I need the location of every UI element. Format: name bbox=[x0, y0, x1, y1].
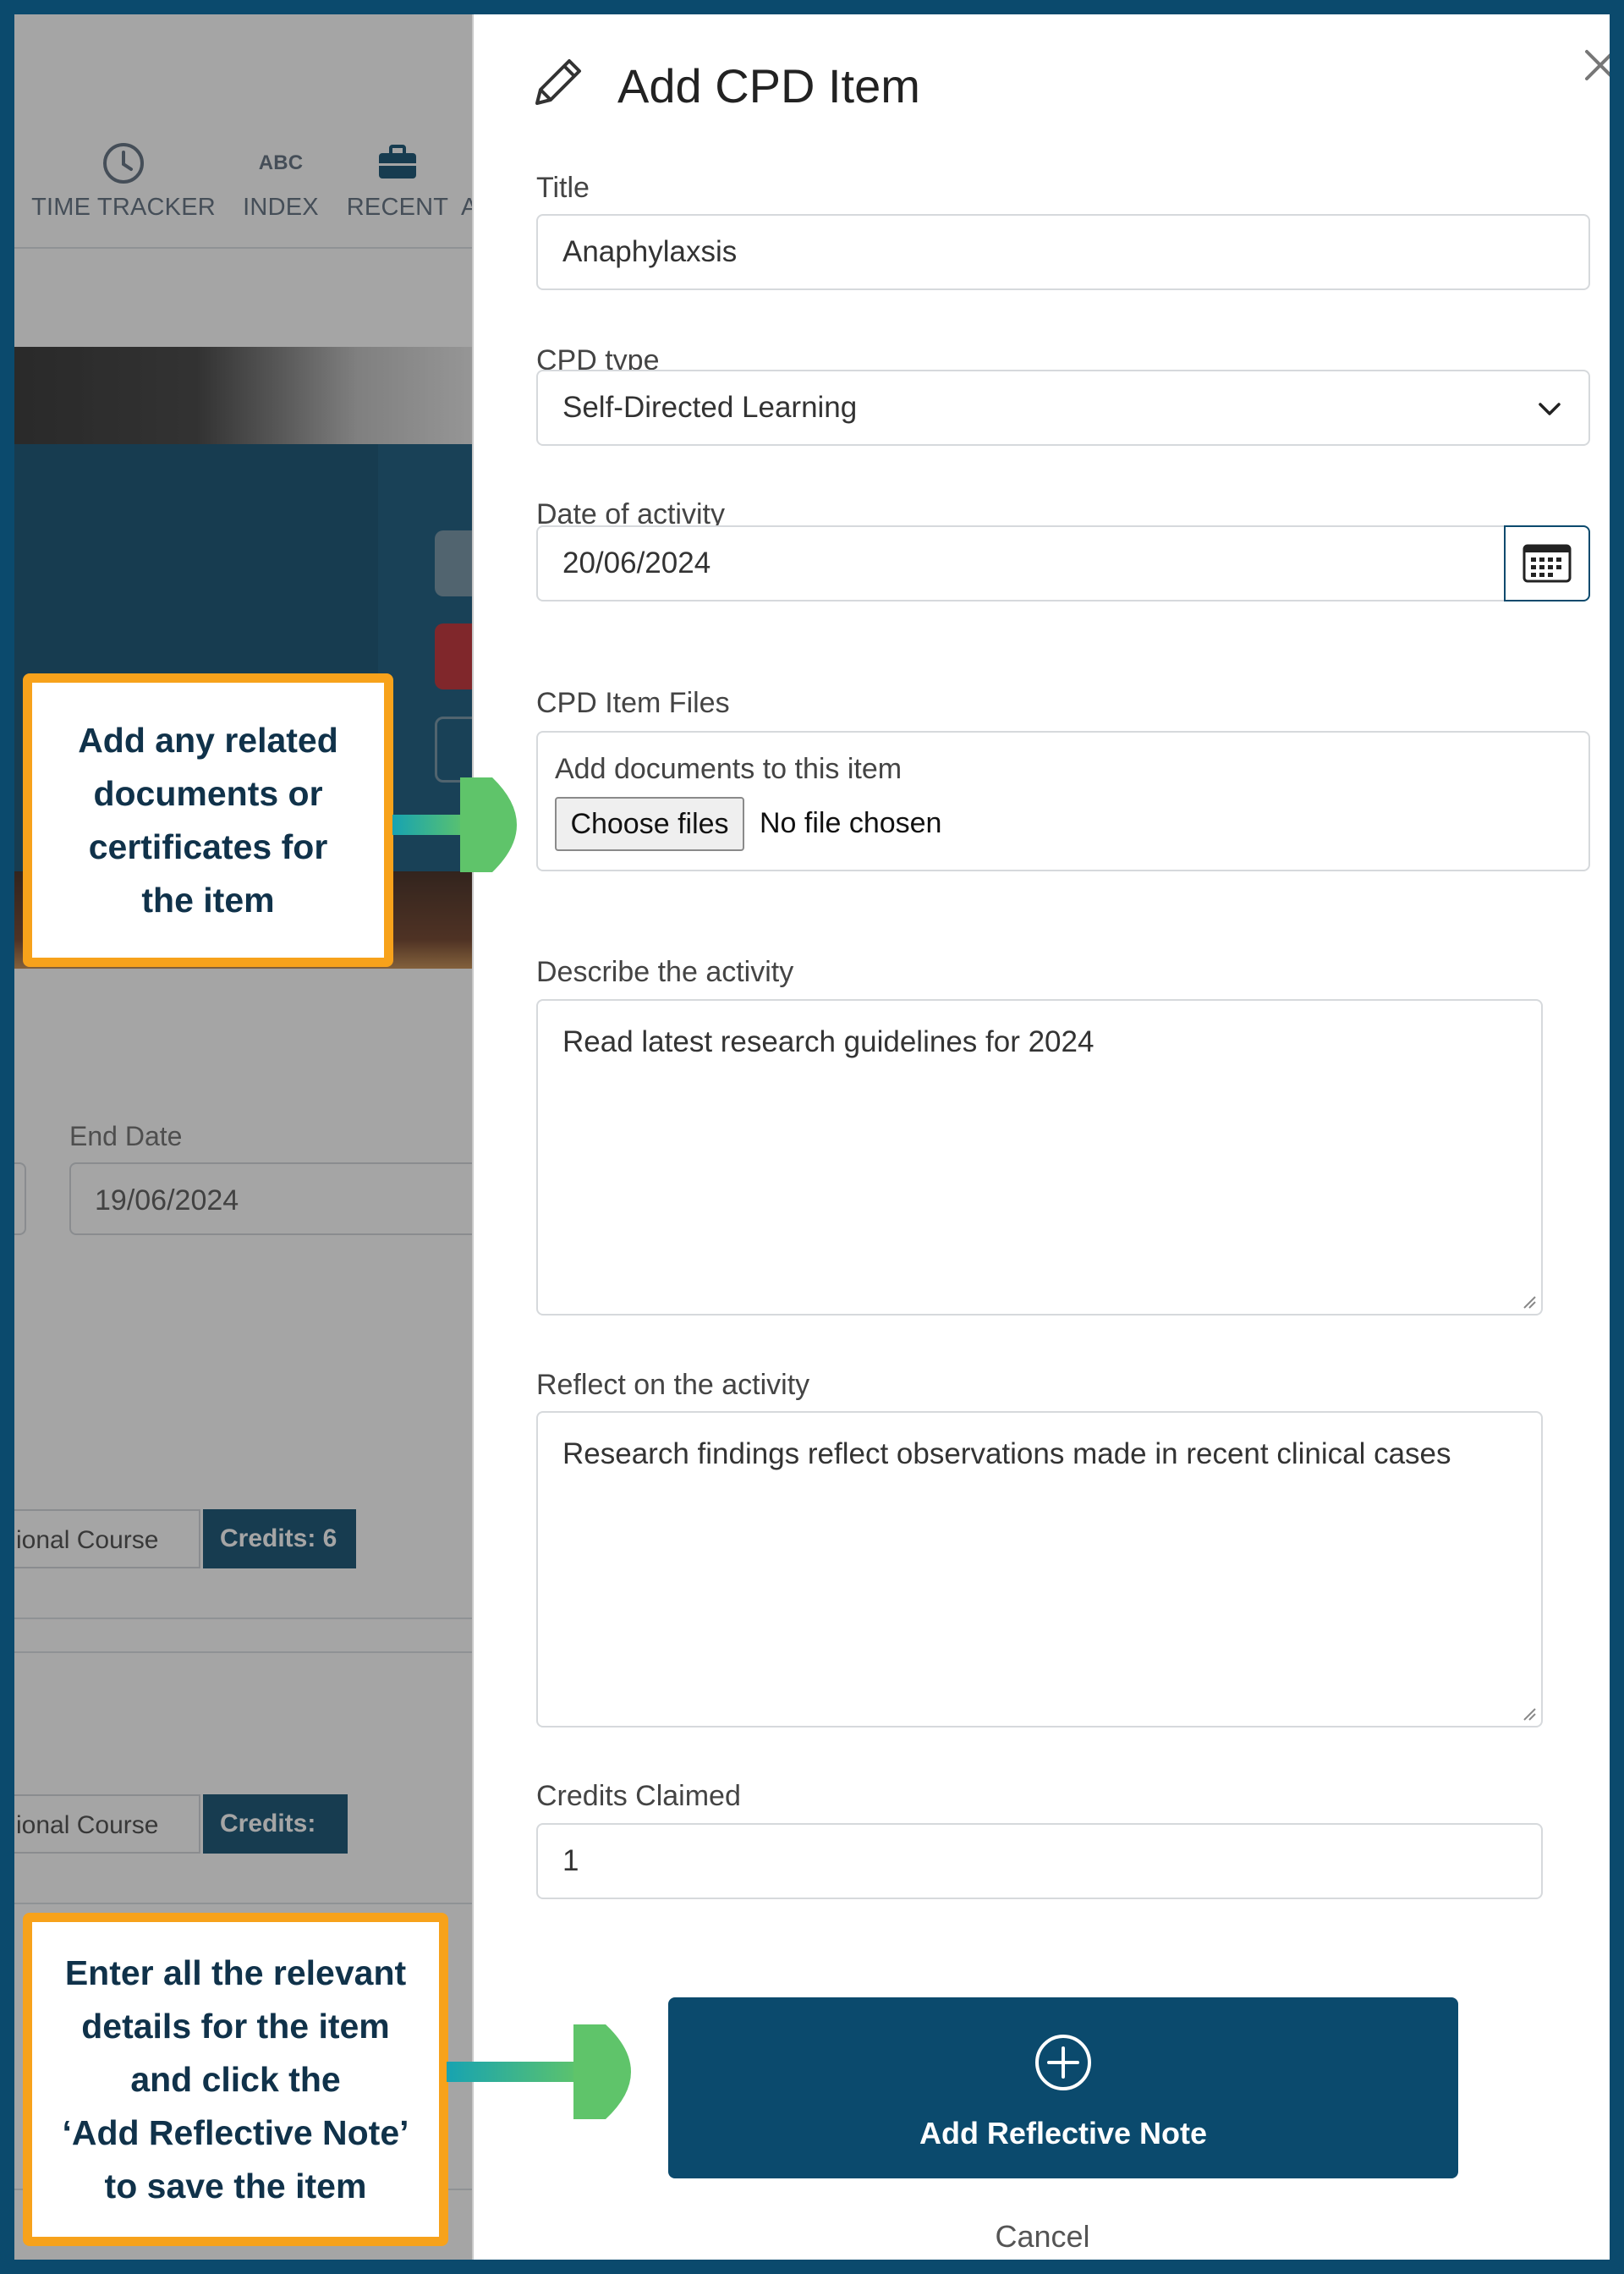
files-callout-text: Add any related documents or certificate… bbox=[78, 720, 338, 920]
describe-text: Read latest research guidelines for 2024 bbox=[562, 1025, 1095, 1058]
cpd-type-select[interactable]: Self-Directed Learning bbox=[536, 370, 1590, 446]
title-input[interactable]: Anaphylaxsis bbox=[536, 214, 1590, 290]
submit-arrow-icon bbox=[447, 2024, 631, 2119]
files-hint: Add documents to this item bbox=[555, 753, 903, 785]
submit-callout: Enter all the relevant details for the i… bbox=[23, 1913, 448, 2246]
files-label: CPD Item Files bbox=[536, 687, 730, 719]
resize-handle-icon[interactable] bbox=[1521, 1294, 1536, 1309]
credits-input[interactable]: 1 bbox=[536, 1823, 1543, 1899]
close-icon[interactable] bbox=[1577, 41, 1610, 89]
choose-files-button[interactable]: Choose files bbox=[555, 797, 744, 851]
reflect-textarea[interactable]: Research findings reflect observations m… bbox=[536, 1411, 1543, 1727]
pencil-icon bbox=[535, 59, 581, 105]
submit-callout-text: Enter all the relevant details for the i… bbox=[62, 1953, 409, 2205]
calendar-button[interactable] bbox=[1504, 525, 1590, 601]
cancel-link[interactable]: Cancel bbox=[474, 2219, 1610, 2255]
reflect-label: Reflect on the activity bbox=[536, 1369, 810, 1401]
add-reflective-note-button[interactable]: Add Reflective Note bbox=[668, 1997, 1458, 2178]
files-arrow-icon bbox=[392, 777, 517, 872]
add-cpd-item-modal: Add CPD Item Title Anaphylaxsis CPD type… bbox=[472, 14, 1610, 2260]
resize-handle-icon[interactable] bbox=[1521, 1706, 1536, 1721]
modal-title: Add CPD Item bbox=[617, 59, 920, 113]
chevron-down-icon bbox=[1539, 403, 1561, 415]
plus-circle-icon bbox=[1035, 2035, 1091, 2090]
title-label: Title bbox=[536, 172, 590, 204]
cpd-type-value: Self-Directed Learning bbox=[562, 391, 858, 424]
calendar-icon bbox=[1522, 544, 1572, 583]
credits-label: Credits Claimed bbox=[536, 1780, 741, 1812]
no-file-status: No file chosen bbox=[760, 807, 942, 839]
add-reflective-note-label: Add Reflective Note bbox=[919, 2116, 1208, 2150]
describe-label: Describe the activity bbox=[536, 956, 794, 988]
files-callout: Add any related documents or certificate… bbox=[23, 673, 393, 967]
files-upload-box: Add documents to this item Choose files … bbox=[536, 731, 1590, 871]
reflect-text: Research findings reflect observations m… bbox=[562, 1437, 1451, 1470]
screenshot-frame: TIME TRACKER ABC INDEX RECENT A End Date… bbox=[14, 14, 1610, 2260]
date-input[interactable]: 20/06/2024 bbox=[536, 525, 1509, 601]
describe-textarea[interactable]: Read latest research guidelines for 2024 bbox=[536, 999, 1543, 1316]
